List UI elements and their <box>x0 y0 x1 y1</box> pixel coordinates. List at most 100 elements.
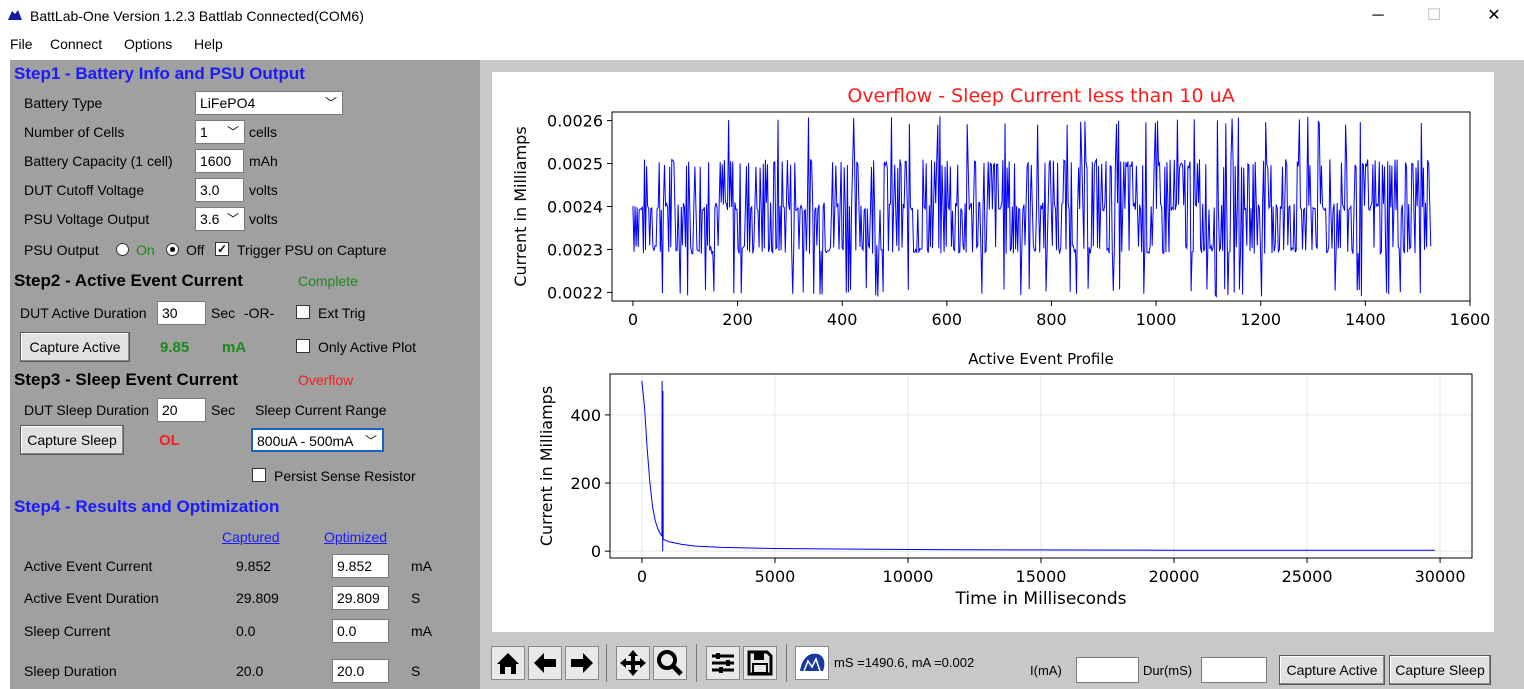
series-line <box>641 380 1435 552</box>
psu-on-radio[interactable] <box>116 243 129 256</box>
x-tick-label: 10000 <box>883 567 934 586</box>
x-tick-label: 1200 <box>1240 310 1281 329</box>
battery-type-label: Battery Type <box>24 95 103 111</box>
chevron-down-icon: ﹀ <box>324 96 337 110</box>
menu-options[interactable]: Options <box>124 36 172 52</box>
y-tick-label: 0.0023 <box>547 240 603 259</box>
x-tick-label: 1000 <box>1136 310 1177 329</box>
y-axis-label: Current in Milliamps <box>537 386 556 546</box>
x-tick-label: 15000 <box>1016 567 1067 586</box>
x-tick-label: 20000 <box>1149 567 1200 586</box>
active-current-value: 9.85 <box>160 339 190 356</box>
x-tick-label: 5000 <box>755 567 796 586</box>
step2-status: Complete <box>298 273 358 289</box>
menu-connect[interactable]: Connect <box>50 36 102 52</box>
chevron-down-icon: ﹀ <box>364 434 377 448</box>
result-captured-value: 9.852 <box>236 558 272 574</box>
minimize-button[interactable]: ─ <box>1358 4 1398 28</box>
sleep-duration-input[interactable]: 20 <box>157 398 206 422</box>
ext-trig-checkbox[interactable] <box>296 305 310 319</box>
only-active-checkbox[interactable] <box>296 339 310 353</box>
maximize-button[interactable]: ☐ <box>1414 4 1454 28</box>
chart-title: Overflow - Sleep Current less than 10 uA <box>847 85 1234 107</box>
x-tick-label: 1600 <box>1450 310 1491 329</box>
x-tick-label: 0 <box>628 310 638 329</box>
y-tick-label: 400 <box>570 406 601 425</box>
psu-voltage-select[interactable]: 3.6 ﹀ <box>195 207 245 231</box>
x-tick-label: 1400 <box>1345 310 1386 329</box>
cells-select[interactable]: 1 ﹀ <box>195 120 245 144</box>
capture-sleep-button[interactable]: Capture Sleep <box>20 425 124 455</box>
x-tick-label: 30000 <box>1415 567 1466 586</box>
y-tick-label: 0.0024 <box>547 198 603 217</box>
battlab-logo-icon[interactable] <box>795 646 829 680</box>
configure-icon[interactable] <box>706 646 740 680</box>
save-icon[interactable] <box>743 646 777 680</box>
zoom-icon[interactable] <box>653 646 687 680</box>
toolbar-capture-active-button[interactable]: Capture Active <box>1279 655 1385 685</box>
cutoff-input[interactable]: 3.0 <box>195 178 244 202</box>
cutoff-unit: volts <box>249 182 278 198</box>
result-row-label: Active Event Current <box>24 558 153 574</box>
battlab-app-icon <box>8 10 22 20</box>
series-line <box>632 116 1432 298</box>
menu-file[interactable]: File <box>10 36 33 52</box>
x-tick-label: 400 <box>827 310 858 329</box>
y-tick-label: 0.0025 <box>547 155 603 174</box>
psu-off-radio[interactable] <box>166 243 179 256</box>
chevron-down-icon: ﹀ <box>226 212 239 226</box>
forward-icon[interactable] <box>565 646 599 680</box>
result-optimized-input[interactable]: 29.809 <box>332 586 389 610</box>
capacity-input[interactable]: 1600 <box>195 149 244 173</box>
step4-heading: Step4 - Results and Optimization <box>14 497 280 516</box>
psu-on-label: On <box>136 242 155 258</box>
active-duration-input[interactable]: 30 <box>157 301 206 325</box>
result-optimized-input[interactable]: 0.0 <box>332 619 389 643</box>
i-ma-label: I(mA) <box>1030 663 1062 678</box>
result-optimized-input[interactable]: 9.852 <box>332 554 389 578</box>
plot-canvas: 0 200 400 600 800 1000 1200 1400 1600 0.0022 0.002… <box>492 72 1494 632</box>
result-unit: S <box>411 590 421 606</box>
trigger-psu-checkbox[interactable]: ✓ <box>215 242 229 256</box>
step3-heading: Step3 - Sleep Event Current <box>14 370 238 389</box>
captured-header[interactable]: Captured <box>222 529 280 545</box>
or-label: -OR- <box>244 305 275 321</box>
y-tick-label: 200 <box>570 474 601 493</box>
active-duration-label: DUT Active Duration <box>20 305 147 321</box>
psu-voltage-label: PSU Voltage Output <box>24 211 150 227</box>
i-ma-input[interactable] <box>1076 657 1139 683</box>
trigger-psu-label: Trigger PSU on Capture <box>237 242 387 258</box>
toolbar-capture-sleep-button[interactable]: Capture Sleep <box>1389 655 1491 685</box>
plots-svg: 0 200 400 600 800 1000 1200 1400 1600 0.0022 0.002… <box>511 85 1491 609</box>
toolbar-separator <box>786 644 787 682</box>
pan-icon[interactable] <box>616 646 650 680</box>
only-active-label: Only Active Plot <box>318 339 417 355</box>
persist-sense-checkbox[interactable] <box>252 468 266 482</box>
capture-active-button[interactable]: Capture Active <box>20 332 130 362</box>
result-optimized-input[interactable]: 20.0 <box>332 659 389 683</box>
cutoff-label: DUT Cutoff Voltage <box>24 182 145 198</box>
x-axis-label: Time in Milliseconds <box>955 589 1127 609</box>
title-bar: BattLab-One Version 1.2.3 Battlab Connec… <box>0 0 1524 32</box>
persist-sense-label: Persist Sense Resistor <box>274 468 416 484</box>
result-captured-value: 0.0 <box>236 623 256 639</box>
dur-ms-input[interactable] <box>1201 657 1267 683</box>
battery-type-select[interactable]: LiFePO4 ﹀ <box>195 91 343 115</box>
close-button[interactable]: ✕ <box>1474 4 1514 28</box>
x-tick-label: 25000 <box>1282 567 1333 586</box>
back-icon[interactable] <box>528 646 562 680</box>
psu-voltage-unit: volts <box>249 211 278 227</box>
x-tick-label: 800 <box>1036 310 1067 329</box>
dur-ms-label: Dur(mS) <box>1143 663 1193 678</box>
step3-status: Overflow <box>298 372 354 388</box>
result-row-label: Active Event Duration <box>24 590 159 606</box>
optimized-header[interactable]: Optimized <box>324 529 387 545</box>
cells-unit: cells <box>249 124 278 140</box>
sleep-range-select[interactable]: 800uA - 500mA ﹀ <box>251 428 384 452</box>
toolbar-separator <box>606 644 607 682</box>
result-captured-value: 29.809 <box>236 590 279 606</box>
menu-help[interactable]: Help <box>194 36 223 52</box>
home-icon[interactable] <box>491 646 525 680</box>
chart-title: Active Event Profile <box>968 350 1114 368</box>
result-captured-value: 20.0 <box>236 663 264 679</box>
